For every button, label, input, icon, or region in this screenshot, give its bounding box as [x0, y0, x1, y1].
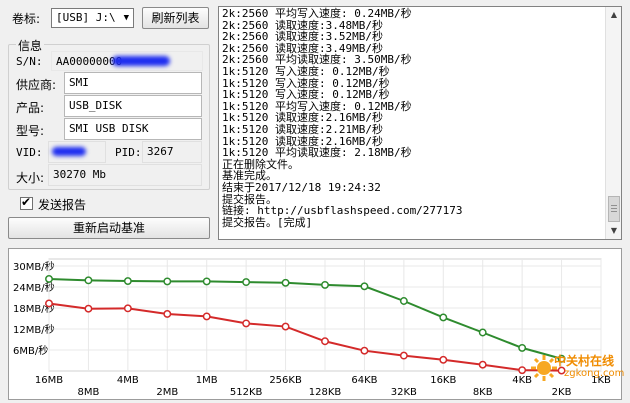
data-point	[45, 299, 53, 308]
data-point	[399, 297, 408, 305]
redaction-mark	[112, 56, 170, 66]
y-tick-label: 6MB/秒	[13, 344, 48, 357]
vendor-field: SMI	[64, 72, 202, 94]
y-tick-label: 24MB/秒	[13, 281, 55, 294]
volume-label: 卷标:	[12, 12, 41, 26]
x-tick-label: 4MB	[117, 375, 139, 386]
restart-benchmark-button[interactable]: 重新启动基准	[8, 217, 210, 239]
sn-label: S/N:	[16, 55, 43, 68]
data-point	[281, 322, 290, 331]
size-label: 大小:	[16, 171, 45, 185]
pid-label: PID:	[115, 146, 142, 159]
log-line: 2k:2560 平均写入速度: 0.24MB/秒	[222, 7, 412, 20]
data-point	[478, 360, 487, 369]
data-point	[45, 275, 53, 283]
x-tick-label: 128KB	[309, 387, 342, 398]
log-scrollbar[interactable]: ▲ ▼	[605, 7, 621, 239]
data-point	[281, 278, 290, 287]
send-report-checkbox[interactable]: ✔	[20, 195, 33, 210]
log-line: 结束于2017/12/18 19:24:32	[222, 180, 381, 194]
product-label: 产品:	[16, 101, 45, 115]
data-point	[242, 319, 251, 328]
data-point	[163, 309, 172, 318]
data-point	[163, 277, 172, 286]
refresh-list-button[interactable]: 刷新列表	[142, 7, 209, 29]
x-tick-label: 16MB	[35, 375, 63, 386]
model-field: SMI USB DISK	[64, 118, 202, 140]
data-point	[360, 346, 369, 355]
data-point	[242, 278, 251, 287]
volume-select[interactable]: [USB] J:\ ▼	[51, 8, 134, 28]
data-point	[360, 282, 369, 291]
watermark-text-top: 中关村在线	[554, 354, 615, 368]
log-line: 1k:5120 平均读取速度: 2.18MB/秒	[222, 146, 412, 160]
x-tick-label: 16KB	[430, 375, 456, 386]
product-value: USB_DISK	[69, 99, 122, 112]
data-point	[123, 304, 132, 313]
x-tick-label: 8KB	[473, 387, 493, 398]
data-point	[321, 337, 329, 346]
data-point	[518, 343, 527, 352]
data-point	[518, 366, 527, 375]
check-icon: ✔	[21, 195, 32, 209]
watermark-text-bottom: zgkong.com	[564, 368, 625, 379]
log-line: 链接: http://usbflashspeed.com/277173	[222, 204, 463, 218]
x-tick-label: 512KB	[230, 387, 263, 398]
y-tick-label: 12MB/秒	[13, 323, 55, 336]
vid-label: VID:	[16, 146, 43, 159]
data-point	[439, 355, 448, 364]
data-point	[439, 313, 448, 322]
data-point	[478, 328, 487, 337]
x-tick-label: 32KB	[391, 387, 417, 398]
x-tick-label: 256KB	[269, 375, 302, 386]
chevron-down-icon: ▼	[123, 13, 129, 23]
scroll-thumb[interactable]	[608, 196, 620, 222]
scroll-up-icon[interactable]: ▲	[607, 8, 621, 22]
vendor-value: SMI	[69, 76, 89, 89]
watermark: 中关村在线 zgkong.com	[530, 346, 626, 386]
x-tick-label: 2MB	[156, 387, 178, 398]
model-label: 型号:	[16, 124, 45, 138]
product-field: USB_DISK	[64, 95, 202, 117]
data-point	[399, 351, 408, 360]
log-line: 1k:5120 写入速度: 0.12MB/秒	[222, 64, 390, 78]
data-point	[202, 277, 211, 286]
log-lines: 2k:2560 平均写入速度: 0.24MB/秒 2k:2560 读取速度:3.4…	[222, 8, 463, 228]
log-line: 1k:5120 写入速度: 0.12MB/秒	[222, 88, 390, 102]
log-output[interactable]: 2k:2560 平均写入速度: 0.24MB/秒 2k:2560 读取速度:3.4…	[218, 6, 622, 240]
size-value: 30270 Mb	[53, 168, 106, 181]
redaction-mark	[52, 147, 86, 156]
send-report-label: 发送报告	[38, 198, 87, 212]
vendor-label: 供应商:	[16, 78, 57, 92]
log-line: 提交报告。[完成]	[222, 215, 313, 229]
y-tick-label: 30MB/秒	[13, 260, 55, 273]
model-value: SMI USB DISK	[69, 122, 149, 135]
pid-field: 3267	[142, 141, 202, 163]
x-tick-label: 64KB	[351, 375, 377, 386]
data-point	[123, 277, 132, 285]
scroll-down-icon[interactable]: ▼	[607, 224, 621, 238]
x-tick-label: 8MB	[77, 387, 99, 398]
x-tick-label: 2KB	[552, 387, 572, 398]
x-tick-label: 1MB	[196, 375, 218, 386]
data-point	[321, 280, 329, 289]
info-group-title: 信息	[16, 37, 45, 54]
pid-value: 3267	[147, 145, 174, 158]
size-field: 30270 Mb	[48, 164, 202, 186]
log-line: 1k:5120 读取速度:2.21MB/秒	[222, 122, 383, 136]
data-point	[202, 312, 211, 321]
data-point	[84, 304, 93, 313]
volume-select-value: [USB] J:\	[56, 11, 116, 24]
data-point	[84, 276, 93, 285]
